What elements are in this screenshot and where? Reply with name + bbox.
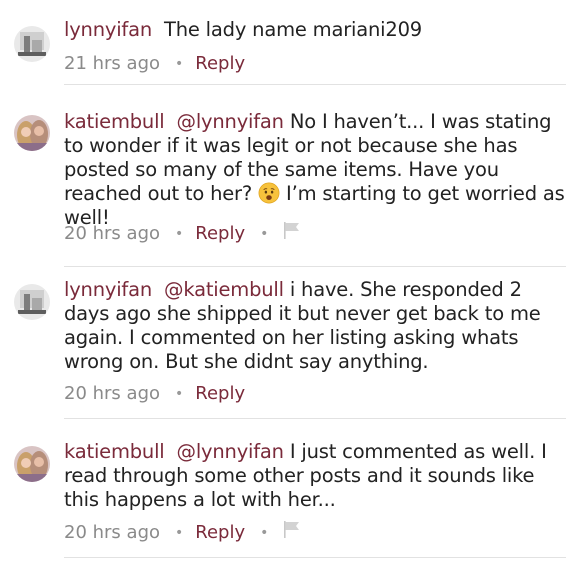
- comment-1: lynnyifan The lady name mariani209 21 hr…: [0, 0, 580, 85]
- worried-face-emoji: [258, 182, 280, 204]
- dot-separator: •: [260, 225, 269, 242]
- comment-text: katiembull @lynnyifan I just commented a…: [64, 440, 572, 512]
- divider: [64, 557, 566, 558]
- avatar[interactable]: [14, 284, 50, 320]
- reply-button[interactable]: Reply: [195, 222, 245, 246]
- dot-separator: •: [175, 524, 184, 541]
- dot-separator: •: [260, 524, 269, 541]
- username-link[interactable]: lynnyifan: [64, 278, 152, 301]
- timestamp: 20 hrs ago: [64, 222, 161, 244]
- mention-link[interactable]: @lynnyifan: [177, 440, 285, 463]
- dot-separator: •: [175, 225, 184, 242]
- avatar[interactable]: [14, 115, 50, 151]
- comment-meta: 20 hrs ago • Reply: [64, 382, 245, 406]
- comment-meta: 21 hrs ago • Reply: [64, 52, 245, 76]
- comment-meta: 20 hrs ago • Reply •: [64, 221, 302, 245]
- comment-thread: lynnyifan The lady name mariani209 21 hr…: [0, 0, 580, 580]
- username-link[interactable]: katiembull: [64, 440, 165, 463]
- dot-separator: •: [175, 386, 184, 402]
- username-link[interactable]: katiembull: [64, 110, 165, 133]
- flag-icon[interactable]: [282, 221, 302, 246]
- reply-button[interactable]: Reply: [195, 521, 245, 545]
- avatar[interactable]: [14, 446, 50, 482]
- comment-body: The lady name mariani209: [164, 18, 422, 41]
- dot-separator: •: [175, 56, 184, 72]
- comment-4: katiembull @lynnyifan I just commented a…: [0, 419, 580, 580]
- flag-icon[interactable]: [282, 520, 302, 545]
- comment-3: lynnyifan @katiembull i have. She respon…: [0, 266, 580, 419]
- avatar[interactable]: [14, 26, 50, 62]
- timestamp: 20 hrs ago: [64, 521, 161, 543]
- comment-text: lynnyifan The lady name mariani209: [64, 18, 572, 42]
- comment-text: katiembull @lynnyifan No I haven’t... I …: [64, 110, 572, 230]
- comment-2: katiembull @lynnyifan No I haven’t... I …: [0, 85, 580, 267]
- comment-text: lynnyifan @katiembull i have. She respon…: [64, 278, 572, 374]
- reply-button[interactable]: Reply: [195, 382, 245, 406]
- timestamp: 21 hrs ago: [64, 53, 161, 74]
- mention-link[interactable]: @katiembull: [164, 278, 284, 301]
- reply-button[interactable]: Reply: [195, 52, 245, 76]
- timestamp: 20 hrs ago: [64, 383, 161, 404]
- username-link[interactable]: lynnyifan: [64, 18, 152, 41]
- mention-link[interactable]: @lynnyifan: [177, 110, 285, 133]
- comment-meta: 20 hrs ago • Reply •: [64, 520, 302, 544]
